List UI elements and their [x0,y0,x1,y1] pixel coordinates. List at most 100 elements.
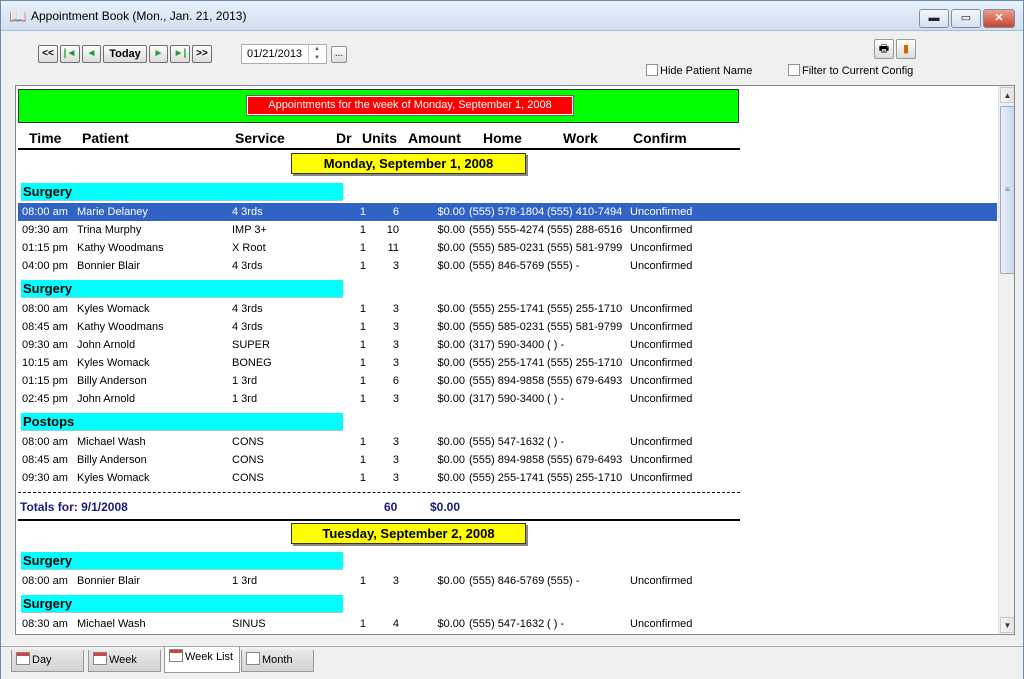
appointment-row[interactable]: 01:15 pm Billy Anderson 1 3rd 1 6 $0.00 (555) … [18,372,997,390]
cell-units: 3 [392,339,399,351]
cell-confirm: Unconfirmed [630,618,693,630]
cell-work: ( ) - [547,618,565,630]
appointment-row[interactable]: 08:30 am Michael Wash SINUS 1 4 $0.00 (555) 54… [18,615,997,633]
minimize-button[interactable]: ▬ [919,9,949,28]
report-view[interactable]: Appointments for the week of Monday, Sep… [15,85,1015,635]
book-icon: 📖 [9,8,27,24]
today-button[interactable]: Today [103,45,147,63]
filter-config-checkbox[interactable]: Filter to Current Config [788,64,913,78]
totals-label: Totals for: 9/1/2008 [20,500,128,514]
cell-amount: $0.00 [437,303,465,315]
next-week-button[interactable]: ►| [170,45,190,63]
next-button[interactable]: ► [149,45,168,63]
appointment-book-window: 📖 Appointment Book (Mon., Jan. 21, 2013)… [0,0,1024,679]
cell-amount: $0.00 [437,242,465,254]
close-button[interactable]: ✕ [983,9,1015,28]
cell-work: ( ) - [547,339,565,351]
cell-home: (555) 846-5769 [469,575,545,587]
cell-dr: 1 [359,618,366,630]
spin-up-icon[interactable]: ▲ [314,46,320,52]
tab-label: Week List [185,651,234,663]
appointment-row[interactable]: 09:30 am Trina Murphy IMP 3+ 1 10 $0.00 (555) … [18,221,997,239]
cell-confirm: Unconfirmed [630,206,693,218]
appointment-row[interactable]: 02:45 pm John Arnold 1 3rd 1 3 $0.00 (317) 590… [18,390,997,408]
scroll-down-icon[interactable]: ▼ [1000,617,1014,633]
tab-week[interactable]: Week [88,650,161,672]
cell-time: 01:15 pm [22,242,68,254]
appointment-row[interactable]: 04:00 pm Bonnier Blair 4 3rds 1 3 $0.00 (555) … [18,257,997,275]
title-bar[interactable]: 📖 Appointment Book (Mon., Jan. 21, 2013)… [1,1,1023,31]
appointment-row[interactable]: 08:00 am Marie Delaney 4 3rds 1 6 $0.00 (555) … [18,203,997,221]
view-tabs: Day Week Week List Month [1,646,1023,679]
cell-service: CONS [232,436,264,448]
tab-week-list[interactable]: Week List [164,647,240,673]
calendar-icon [16,652,30,665]
col-dr: Dr [336,130,352,146]
print-icon[interactable]: 🖶 [874,39,894,59]
cell-amount: $0.00 [437,454,465,466]
group-header: Surgery [21,183,343,201]
list-icon [246,652,260,665]
cell-units: 3 [392,260,399,272]
cell-amount: $0.00 [437,436,465,448]
cell-units: 3 [392,436,399,448]
cell-work: (555) 255-1710 [547,357,623,369]
appointment-row[interactable]: 08:45 am Kathy Woodmans 4 3rds 1 3 $0.00 (555)… [18,318,997,336]
appointment-row[interactable]: 08:00 am Bonnier Blair 1 3rd 1 3 $0.00 (555) 8… [18,572,997,590]
appointment-row[interactable]: 08:45 am Billy Anderson CONS 1 3 $0.00 (555) 8… [18,451,997,469]
cell-confirm: Unconfirmed [630,393,693,405]
date-spinner[interactable]: ▲ ▼ [308,45,325,63]
col-service: Service [235,130,285,146]
tab-day[interactable]: Day [11,650,84,672]
cell-work: ( ) - [547,436,565,448]
cell-confirm: Unconfirmed [630,472,693,484]
appointment-row[interactable]: 09:30 am John Arnold SUPER 1 3 $0.00 (317) 590… [18,336,997,354]
tab-label: Month [262,654,293,666]
scroll-thumb[interactable]: ≡ [1000,106,1014,274]
scroll-up-icon[interactable]: ▲ [1000,87,1014,103]
cell-time: 08:00 am [22,206,68,218]
cell-service: X Root [232,242,266,254]
banner-title: Appointments for the week of Monday, Sep… [246,95,574,116]
day-rule [18,519,740,521]
vertical-scrollbar[interactable]: ▲ ≡ ▼ [998,86,1014,634]
cell-patient: Trina Murphy [77,224,142,236]
appointment-row[interactable]: 08:00 am Kyles Womack 4 3rds 1 3 $0.00 (555) 2… [18,300,997,318]
prev-button[interactable]: ◄ [82,45,101,63]
appointment-row[interactable]: 01:15 pm Kathy Woodmans X Root 1 11 $0.00 (555… [18,239,997,257]
prev-week-button[interactable]: |◄ [60,45,80,63]
checkbox-box[interactable] [646,64,658,76]
maximize-button[interactable]: ▭ [951,9,981,28]
checkbox-box[interactable] [788,64,800,76]
cell-confirm: Unconfirmed [630,242,693,254]
spin-down-icon[interactable]: ▼ [314,55,320,61]
cell-service: BONEG [232,357,272,369]
last-button[interactable]: >> [192,45,212,63]
checkbox-label: Filter to Current Config [802,65,914,77]
appointment-row[interactable]: 08:00 am Michael Wash CONS 1 3 $0.00 (555) 547… [18,433,997,451]
first-button[interactable]: << [38,45,58,63]
hide-patient-name-checkbox[interactable]: Hide Patient Name [646,64,752,78]
cell-amount: $0.00 [437,321,465,333]
cell-units: 3 [392,575,399,587]
cell-confirm: Unconfirmed [630,357,693,369]
appointment-row[interactable]: 09:30 am Kyles Womack CONS 1 3 $0.00 (555) 255… [18,469,997,487]
cell-service: SINUS [232,618,266,630]
exit-door-icon[interactable]: ▮ [896,39,916,59]
calendar-icon [93,652,107,665]
tab-month[interactable]: Month [241,650,314,672]
toolbar: << |◄ ◄ Today ► ►| >> 01/21/2013 ▲ ▼ ... … [1,32,1023,84]
cell-units: 6 [392,375,399,387]
cell-work: (555) - [547,260,580,272]
appointment-row[interactable]: 10:15 am Kyles Womack BONEG 1 3 $0.00 (555) 25… [18,354,997,372]
date-picker-button[interactable]: ... [331,46,347,63]
cell-work: (555) 581-9799 [547,321,623,333]
cell-amount: $0.00 [437,393,465,405]
col-amount: Amount [408,130,461,146]
cell-amount: $0.00 [437,260,465,272]
cell-home: (555) 894-9858 [469,454,545,466]
cell-service: 1 3rd [232,575,258,587]
cell-patient: Marie Delaney [77,206,148,218]
cell-time: 02:45 pm [22,393,68,405]
cell-amount: $0.00 [437,206,465,218]
